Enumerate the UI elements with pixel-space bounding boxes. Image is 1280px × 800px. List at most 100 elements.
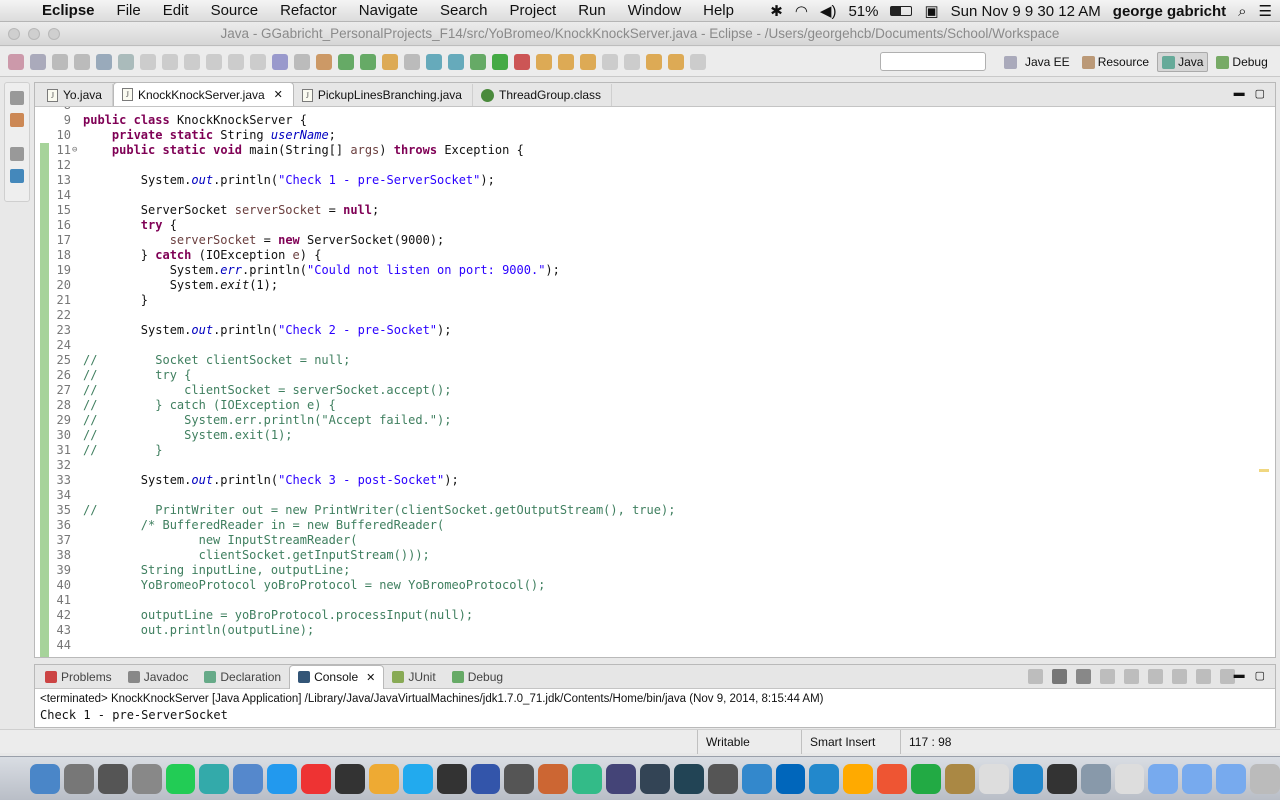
code-line[interactable]: 23 System.out.println("Check 2 - pre-Soc…	[35, 323, 1265, 338]
notification-center-icon[interactable]: ☰	[1259, 2, 1272, 20]
code-line[interactable]: 22	[35, 308, 1265, 323]
perspective-resource[interactable]: Resource	[1078, 52, 1153, 72]
dock-app-icon[interactable]	[843, 763, 874, 794]
code-line[interactable]: 35 // PrintWriter out = new PrintWriter(c…	[35, 503, 1265, 518]
toolbar-button-icon[interactable]	[228, 53, 244, 70]
menu-project[interactable]: Project	[510, 2, 557, 19]
editor-tab[interactable]: J PickupLinesBranching.java	[294, 84, 473, 106]
perspective-debug[interactable]: Debug	[1212, 52, 1271, 72]
view-tab-debug[interactable]: Debug	[444, 665, 511, 689]
toolbar-button-icon[interactable]	[404, 53, 420, 70]
minimize-icon[interactable]: ▬	[1234, 669, 1245, 682]
toolbar-button-icon[interactable]	[184, 53, 200, 70]
volume-icon[interactable]: ◀)	[820, 2, 837, 20]
minimize-window-button[interactable]	[28, 28, 40, 40]
code-line[interactable]: 11 ⊖ public static void main(String[] arg…	[35, 143, 1265, 158]
toolbar-button-icon[interactable]	[580, 53, 596, 70]
toolbar-button-icon[interactable]	[668, 53, 684, 70]
code-line[interactable]: 30 // System.exit(1);	[35, 428, 1265, 443]
bluetooth-icon[interactable]: ✱	[770, 2, 783, 20]
toolbar-button-icon[interactable]	[272, 53, 288, 70]
view-tab-declaration[interactable]: Declaration	[196, 665, 289, 689]
perspective-java-ee[interactable]: Java EE	[1021, 52, 1074, 72]
code-line[interactable]: 34	[35, 488, 1265, 503]
battery-percent[interactable]: 51%	[848, 3, 878, 20]
toolbar-button-icon[interactable]	[30, 53, 46, 70]
editor-tab[interactable]: J Yo.java	[39, 84, 113, 106]
terminate-icon[interactable]	[1028, 669, 1043, 684]
dock-app-icon[interactable]	[1148, 763, 1179, 794]
view-tab-javadoc[interactable]: Javadoc	[120, 665, 197, 689]
menu-navigate[interactable]: Navigate	[359, 2, 418, 19]
code-line[interactable]: 29 // System.err.println("Accept failed."…	[35, 413, 1265, 428]
dock-app-icon[interactable]	[673, 763, 704, 794]
dock-app-icon[interactable]	[63, 763, 94, 794]
overview-ruler-marker[interactable]	[1259, 469, 1269, 472]
user-name[interactable]: george gabricht	[1113, 3, 1226, 20]
menu-run[interactable]: Run	[578, 2, 606, 19]
display-console-icon[interactable]	[1196, 669, 1211, 684]
maximize-icon[interactable]: ▢	[1255, 87, 1265, 100]
dock-app-icon[interactable]	[470, 763, 501, 794]
perspective-java[interactable]: Java	[1157, 52, 1209, 72]
quick-access-input[interactable]	[880, 52, 986, 71]
package-explorer-icon[interactable]	[10, 113, 24, 127]
toolbar-button-icon[interactable]	[96, 53, 112, 70]
code-line[interactable]: 14	[35, 188, 1265, 203]
dock-app-icon[interactable]	[640, 763, 670, 794]
toolbar-button-icon[interactable]	[646, 53, 662, 70]
dock-app-icon[interactable]	[911, 763, 942, 794]
wifi-icon[interactable]: ◠	[795, 2, 808, 20]
dock-app-icon[interactable]	[538, 763, 569, 794]
dock-app-icon[interactable]	[301, 763, 332, 794]
code-area[interactable]: 89public class KnockKnockServer {10 priv…	[35, 107, 1275, 657]
code-line[interactable]: 31 // }	[35, 443, 1265, 458]
close-tab-icon[interactable]: ✕	[366, 671, 375, 684]
close-window-button[interactable]	[8, 28, 20, 40]
menu-window[interactable]: Window	[628, 2, 681, 19]
close-tab-icon[interactable]: ✕	[274, 88, 283, 101]
toolbar-button-icon[interactable]	[118, 53, 134, 70]
maximize-icon[interactable]: ▢	[1255, 669, 1265, 682]
restore-icon[interactable]	[10, 147, 24, 161]
outline-icon[interactable]	[10, 169, 24, 183]
battery-icon[interactable]	[890, 6, 913, 16]
dock-app-icon[interactable]	[606, 763, 637, 794]
dock-app-icon[interactable]	[1250, 763, 1280, 794]
dock-app-icon[interactable]	[368, 763, 399, 794]
toolbar-button-icon[interactable]	[360, 53, 376, 70]
editor-tab[interactable]: ThreadGroup.class	[473, 84, 613, 106]
dock-app-icon[interactable]	[504, 763, 535, 794]
code-line[interactable]: 28 // } catch (IOException e) {	[35, 398, 1265, 413]
dock-app-icon[interactable]	[978, 763, 1009, 794]
code-line[interactable]: 20 System.exit(1);	[35, 278, 1265, 293]
code-line[interactable]: 24	[35, 338, 1265, 353]
code-line[interactable]: 25 // Socket clientSocket = null;	[35, 353, 1265, 368]
toolbar-button-icon[interactable]	[514, 53, 530, 70]
dock-app-icon[interactable]	[199, 763, 230, 794]
code-line[interactable]: 42 outputLine = yoBroProtocol.processInp…	[35, 608, 1265, 623]
code-line[interactable]: 19 System.err.println("Could not listen …	[35, 263, 1265, 278]
toolbar-button-icon[interactable]	[690, 53, 706, 70]
spotlight-search-icon[interactable]: ⌕	[1238, 3, 1246, 20]
pin-console-icon[interactable]	[1172, 669, 1187, 684]
dock-app-icon[interactable]	[741, 763, 772, 794]
code-line[interactable]: 41	[35, 593, 1265, 608]
code-line[interactable]: 12	[35, 158, 1265, 173]
menu-refactor[interactable]: Refactor	[280, 2, 337, 19]
toolbar-button-icon[interactable]	[294, 53, 310, 70]
remove-launch-icon[interactable]	[1052, 669, 1067, 684]
code-line[interactable]: 37 new InputStreamReader(	[35, 533, 1265, 548]
code-line[interactable]: 39 String inputLine, outputLine;	[35, 563, 1265, 578]
scroll-lock-icon[interactable]	[1124, 669, 1139, 684]
view-tab-junit[interactable]: JUnit	[384, 665, 443, 689]
console-output[interactable]: Check 1 - pre-ServerSocket	[40, 708, 228, 722]
dock-app-icon[interactable]	[707, 763, 738, 794]
toolbar-button-icon[interactable]	[338, 53, 354, 70]
dock-app-icon[interactable]	[877, 763, 908, 794]
dock-app-icon[interactable]	[775, 763, 806, 794]
zoom-window-button[interactable]	[48, 28, 60, 40]
code-line[interactable]: 15 ServerSocket serverSocket = null;	[35, 203, 1265, 218]
dock-app-icon[interactable]	[436, 763, 467, 794]
dock-app-icon[interactable]	[30, 763, 60, 794]
